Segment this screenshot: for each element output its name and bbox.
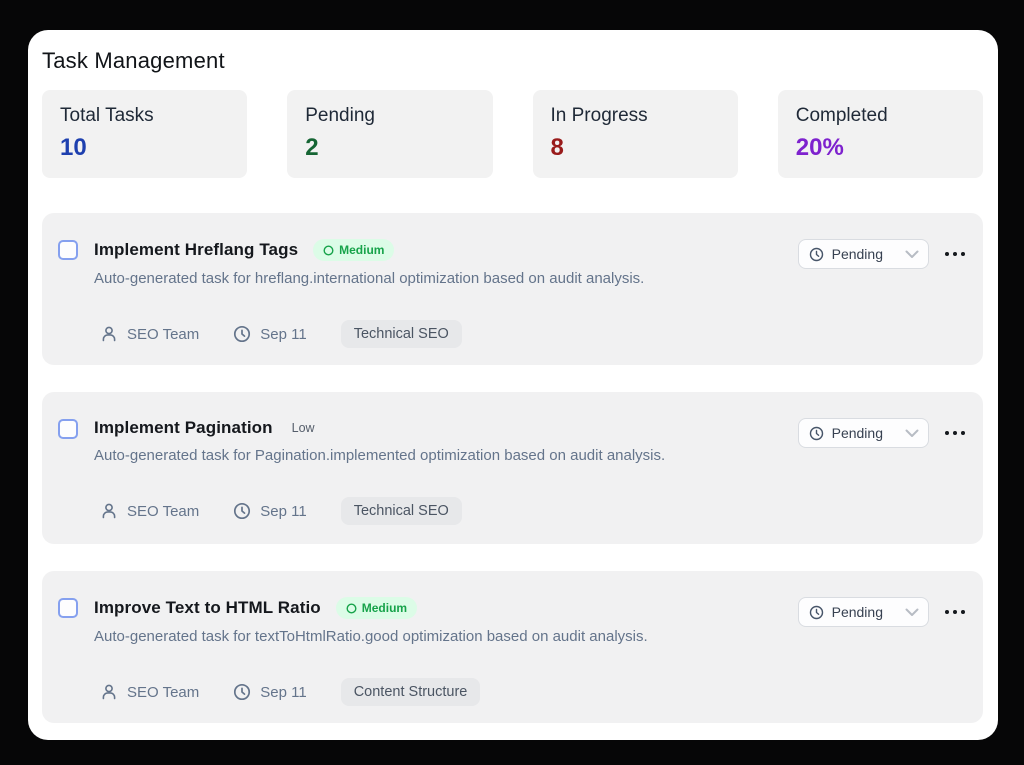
stats-row: Total Tasks 10 Pending 2 In Progress 8 C… bbox=[42, 90, 983, 178]
assignee-label: SEO Team bbox=[127, 503, 199, 520]
priority-badge: Medium bbox=[313, 239, 394, 261]
task-main: Implement Hreflang Tags Medium Auto-gene… bbox=[94, 239, 780, 348]
stat-card-pending: Pending 2 bbox=[287, 90, 492, 178]
due-date-group: Sep 11 bbox=[233, 683, 306, 701]
status-label: Pending bbox=[832, 604, 897, 620]
circle-outline-icon bbox=[346, 603, 357, 614]
status-dropdown[interactable]: Pending bbox=[798, 239, 929, 269]
assignee-group: SEO Team bbox=[100, 325, 199, 343]
clock-icon bbox=[233, 325, 251, 343]
task-checkbox[interactable] bbox=[58, 419, 78, 439]
assignee-label: SEO Team bbox=[127, 684, 199, 701]
task-meta-row: SEO Team Sep 11 Technical SEO bbox=[100, 497, 780, 525]
assignee-group: SEO Team bbox=[100, 683, 199, 701]
clock-icon bbox=[809, 426, 824, 441]
status-label: Pending bbox=[832, 246, 897, 262]
clock-icon bbox=[233, 502, 251, 520]
user-icon bbox=[100, 502, 118, 520]
task-description: Auto-generated task for textToHtmlRatio.… bbox=[94, 628, 780, 645]
category-tag: Technical SEO bbox=[341, 320, 462, 348]
task-management-panel: Task Management Total Tasks 10 Pending 2… bbox=[28, 30, 998, 740]
ellipsis-icon bbox=[953, 431, 957, 435]
priority-label: Medium bbox=[339, 243, 384, 257]
due-date-label: Sep 11 bbox=[260, 326, 306, 343]
ellipsis-icon bbox=[945, 252, 949, 256]
task-list: Implement Hreflang Tags Medium Auto-gene… bbox=[42, 213, 983, 723]
stat-value: 20% bbox=[796, 134, 965, 162]
user-icon bbox=[100, 683, 118, 701]
task-card: Improve Text to HTML Ratio Medium Auto-g… bbox=[42, 571, 983, 723]
stat-card-total-tasks: Total Tasks 10 bbox=[42, 90, 247, 178]
task-description: Auto-generated task for hreflang.interna… bbox=[94, 270, 780, 287]
chevron-down-icon bbox=[905, 250, 919, 259]
category-tag: Technical SEO bbox=[341, 497, 462, 525]
task-main: Implement Pagination Low Auto-generated … bbox=[94, 418, 780, 525]
stat-value: 10 bbox=[60, 134, 229, 162]
user-icon bbox=[100, 325, 118, 343]
task-card: Implement Pagination Low Auto-generated … bbox=[42, 392, 983, 544]
due-date-group: Sep 11 bbox=[233, 502, 306, 520]
page-title: Task Management bbox=[42, 48, 985, 74]
more-options-button[interactable] bbox=[943, 604, 967, 620]
category-tag: Content Structure bbox=[341, 678, 481, 706]
due-date-label: Sep 11 bbox=[260, 503, 306, 520]
assignee-group: SEO Team bbox=[100, 502, 199, 520]
ellipsis-icon bbox=[961, 431, 965, 435]
stat-label: In Progress bbox=[551, 105, 720, 127]
stat-card-in-progress: In Progress 8 bbox=[533, 90, 738, 178]
card-controls: Pending bbox=[798, 418, 967, 448]
ellipsis-icon bbox=[945, 610, 949, 614]
clock-icon bbox=[809, 247, 824, 262]
task-checkbox[interactable] bbox=[58, 598, 78, 618]
status-label: Pending bbox=[832, 425, 897, 441]
card-controls: Pending bbox=[798, 597, 967, 627]
due-date-label: Sep 11 bbox=[260, 684, 306, 701]
stat-label: Pending bbox=[305, 105, 474, 127]
status-dropdown[interactable]: Pending bbox=[798, 597, 929, 627]
task-meta-row: SEO Team Sep 11 Technical SEO bbox=[100, 320, 780, 348]
more-options-button[interactable] bbox=[943, 425, 967, 441]
stat-label: Total Tasks bbox=[60, 105, 229, 127]
task-checkbox[interactable] bbox=[58, 240, 78, 260]
ellipsis-icon bbox=[945, 431, 949, 435]
task-description: Auto-generated task for Pagination.imple… bbox=[94, 447, 780, 464]
priority-label: Medium bbox=[362, 601, 407, 615]
status-dropdown[interactable]: Pending bbox=[798, 418, 929, 448]
task-title: Implement Pagination bbox=[94, 418, 273, 438]
ellipsis-icon bbox=[961, 252, 965, 256]
ellipsis-icon bbox=[953, 252, 957, 256]
task-title: Implement Hreflang Tags bbox=[94, 240, 298, 260]
chevron-down-icon bbox=[905, 429, 919, 438]
ellipsis-icon bbox=[961, 610, 965, 614]
circle-outline-icon bbox=[323, 245, 334, 256]
due-date-group: Sep 11 bbox=[233, 325, 306, 343]
stat-card-completed: Completed 20% bbox=[778, 90, 983, 178]
task-main: Improve Text to HTML Ratio Medium Auto-g… bbox=[94, 597, 780, 706]
task-card: Implement Hreflang Tags Medium Auto-gene… bbox=[42, 213, 983, 365]
clock-icon bbox=[233, 683, 251, 701]
stat-value: 8 bbox=[551, 134, 720, 162]
priority-label: Low bbox=[288, 421, 319, 435]
assignee-label: SEO Team bbox=[127, 326, 199, 343]
stat-value: 2 bbox=[305, 134, 474, 162]
task-meta-row: SEO Team Sep 11 Content Structure bbox=[100, 678, 780, 706]
clock-icon bbox=[809, 605, 824, 620]
task-title: Improve Text to HTML Ratio bbox=[94, 598, 321, 618]
card-controls: Pending bbox=[798, 239, 967, 269]
chevron-down-icon bbox=[905, 608, 919, 617]
stat-label: Completed bbox=[796, 105, 965, 127]
more-options-button[interactable] bbox=[943, 246, 967, 262]
priority-badge: Medium bbox=[336, 597, 417, 619]
ellipsis-icon bbox=[953, 610, 957, 614]
